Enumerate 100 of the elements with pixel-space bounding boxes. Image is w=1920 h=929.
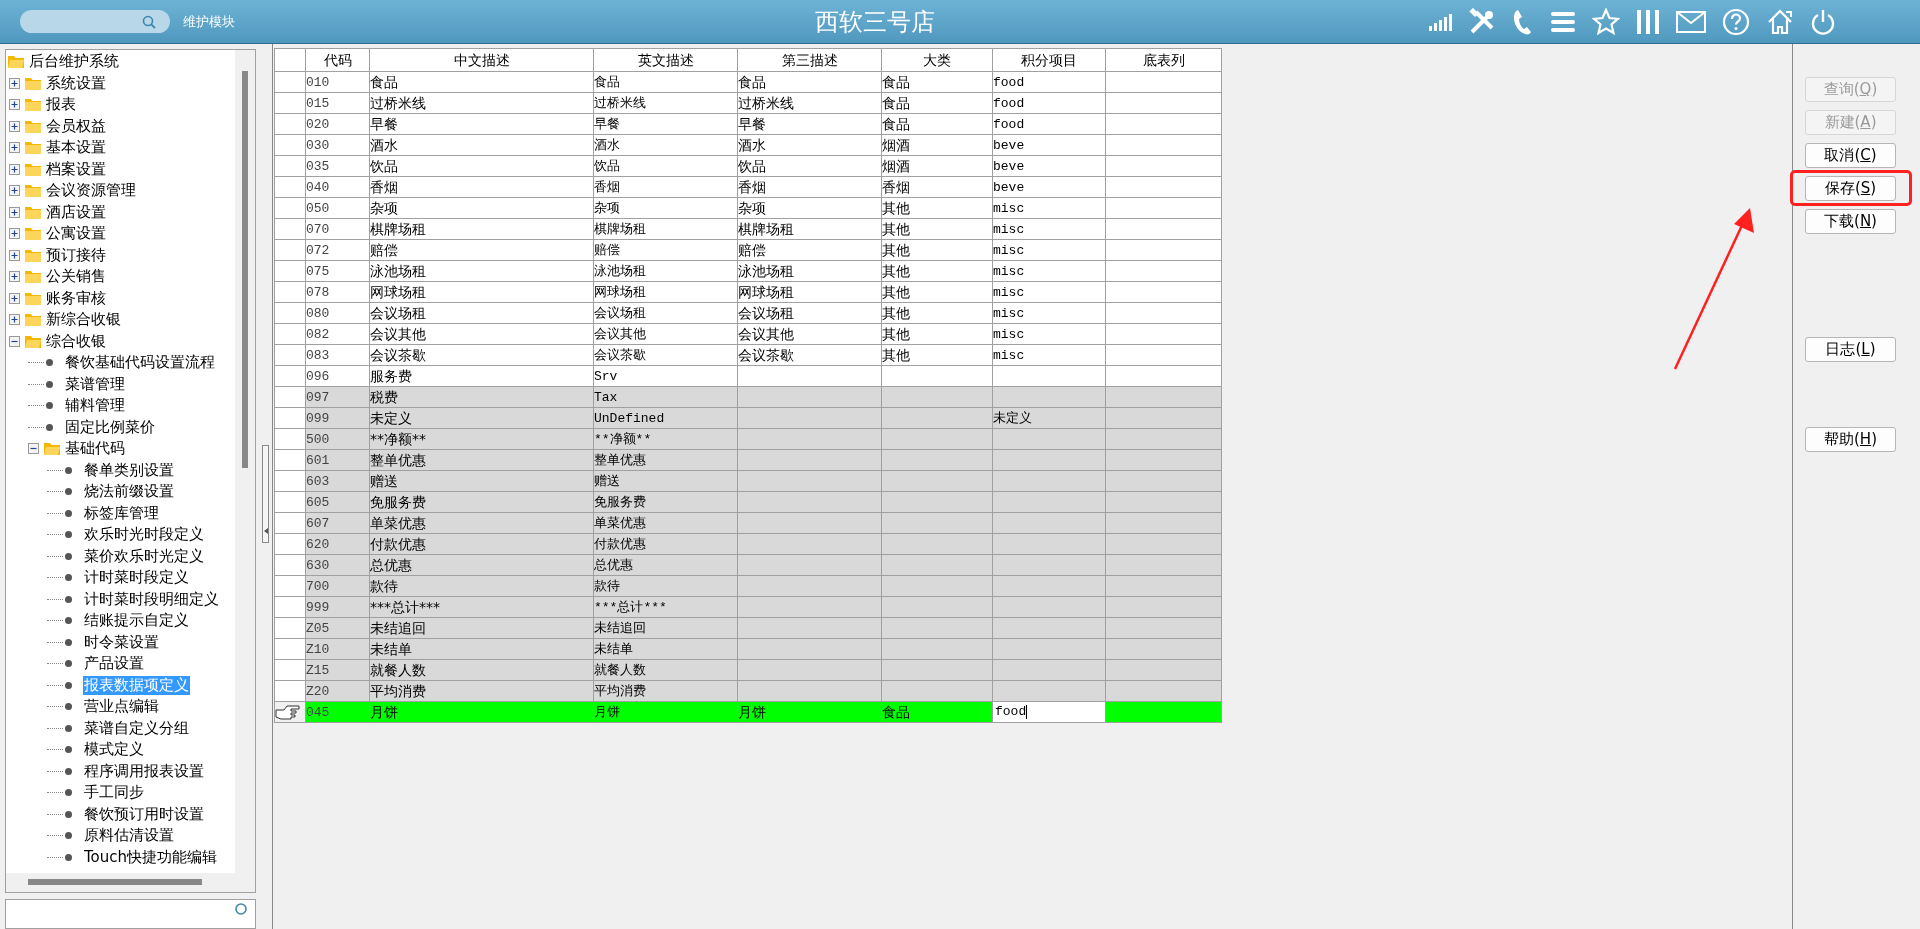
expand-icon[interactable] <box>9 249 20 261</box>
toolbar-button[interactable]: 日志(L) <box>1805 337 1896 362</box>
scrollbar-thumb[interactable] <box>242 71 248 468</box>
menu-icon[interactable] <box>1550 9 1576 34</box>
splitter-handle[interactable] <box>262 445 269 543</box>
signal-icon[interactable] <box>1428 11 1452 32</box>
table-row[interactable]: 630 总优惠 总优惠 <box>274 554 1222 576</box>
collapse-icon[interactable] <box>9 335 20 347</box>
expand-icon[interactable] <box>9 142 20 154</box>
table-row[interactable]: 045 月饼 月饼 月饼 食品 food <box>274 701 1222 723</box>
tree-item[interactable]: 会员权益 <box>45 116 107 136</box>
input-field[interactable]: food <box>993 703 1105 721</box>
table-row[interactable]: Z05 未结追回 未结追回 <box>274 617 1222 639</box>
table-row[interactable]: 075 泳池场租 泳池场租 泳池场租 其他 misc <box>274 260 1222 282</box>
tree-item[interactable]: 菜价欢乐时光定义 <box>83 546 205 566</box>
tree-item[interactable]: 原料估清设置 <box>83 826 175 846</box>
tree-item[interactable]: 综合收银 <box>45 331 107 351</box>
tree-item[interactable]: 餐饮预订用时设置 <box>83 804 205 824</box>
tree-item[interactable]: 报表 <box>45 95 77 115</box>
tree-item[interactable]: 结账提示自定义 <box>83 611 190 631</box>
tree-item[interactable]: 会议资源管理 <box>45 181 137 201</box>
table-row[interactable]: 700 款待 款待 <box>274 575 1222 597</box>
tree-item[interactable]: 标签库管理 <box>83 503 160 523</box>
table-row[interactable]: 015 过桥米线 过桥米线 过桥米线 食品 food <box>274 92 1222 114</box>
mail-icon[interactable] <box>1676 9 1706 34</box>
tree-item[interactable]: 预订接待 <box>45 245 107 265</box>
tree-item[interactable]: 系统设置 <box>45 73 107 93</box>
table-row[interactable]: 603 赠送 赠送 <box>274 470 1222 492</box>
table-row[interactable]: Z15 就餐人数 就餐人数 <box>274 659 1222 681</box>
tree-item[interactable]: 时令菜设置 <box>83 632 160 652</box>
table-row[interactable]: 050 杂项 杂项 杂项 其他 misc <box>274 197 1222 219</box>
tree-item[interactable]: 程序调用报表设置 <box>83 761 205 781</box>
phone-icon[interactable] <box>1512 7 1534 36</box>
tree-item[interactable]: 档案设置 <box>45 159 107 179</box>
expand-icon[interactable] <box>9 314 20 326</box>
table-row[interactable]: 096 服务费 Srv <box>274 365 1222 387</box>
table-row[interactable]: 999 ***总计*** ***总计*** <box>274 596 1222 618</box>
tree-item[interactable]: 计时菜时段明细定义 <box>83 589 220 609</box>
collapse-icon[interactable] <box>28 443 39 455</box>
tree-item[interactable]: 欢乐时光时段定义 <box>83 525 205 545</box>
home-icon[interactable] <box>1766 7 1794 36</box>
table-row[interactable]: 010 食品 食品 食品 食品 food <box>274 71 1222 93</box>
tree-item[interactable]: 菜谱自定义分组 <box>83 718 190 738</box>
search-field[interactable] <box>20 10 170 33</box>
table-row[interactable]: 040 香烟 香烟 香烟 香烟 beve <box>274 176 1222 198</box>
expand-icon[interactable] <box>9 77 20 89</box>
table-row[interactable]: 601 整单优惠 整单优惠 <box>274 449 1222 471</box>
tree-item[interactable]: 手工同步 <box>83 783 145 803</box>
tree-item[interactable]: 公寓设置 <box>45 224 107 244</box>
table-row[interactable]: 083 会议茶歇 会议茶歇 会议茶歇 其他 misc <box>274 344 1222 366</box>
table-row[interactable]: Z10 未结单 未结单 <box>274 638 1222 660</box>
search-field[interactable] <box>5 899 256 929</box>
table-row[interactable]: 072 赔偿 赔偿 赔偿 其他 misc <box>274 239 1222 261</box>
tree-item[interactable]: 计时菜时段定义 <box>83 568 190 588</box>
table-row[interactable]: 078 网球场租 网球场租 网球场租 其他 misc <box>274 281 1222 303</box>
tree-item[interactable]: 营业点编辑 <box>83 697 160 717</box>
tree-item[interactable]: 模式定义 <box>83 740 145 760</box>
table-row[interactable]: 035 饮品 饮品 饮品 烟酒 beve <box>274 155 1222 177</box>
table-row[interactable]: 020 早餐 早餐 早餐 食品 food <box>274 113 1222 135</box>
expand-icon[interactable] <box>9 120 20 132</box>
star-icon[interactable] <box>1592 7 1620 36</box>
table-row[interactable]: 070 棋牌场租 棋牌场租 棋牌场租 其他 misc <box>274 218 1222 240</box>
table-row[interactable]: 080 会议场租 会议场租 会议场租 其他 misc <box>274 302 1222 324</box>
tree-item[interactable]: 后台维护系统 <box>28 52 120 72</box>
table-row[interactable]: 620 付款优惠 付款优惠 <box>274 533 1222 555</box>
tree-item[interactable]: 基础代码 <box>64 439 126 459</box>
tree-item[interactable]: Touch快捷功能编辑 <box>83 847 219 867</box>
table-row[interactable]: 099 未定义 UnDefined 未定义 <box>274 407 1222 429</box>
table-row[interactable]: 500 **净额** **净额** <box>274 428 1222 450</box>
table-row[interactable]: 097 税费 Tax <box>274 386 1222 408</box>
tree-item[interactable]: 产品设置 <box>83 654 145 674</box>
toolbar-button[interactable]: 帮助(H) <box>1805 427 1896 452</box>
expand-icon[interactable] <box>9 271 20 283</box>
tree-item[interactable]: 固定比例菜价 <box>64 417 156 437</box>
toolbar-button[interactable]: 保存(S) <box>1805 176 1896 201</box>
tree-item[interactable]: 酒店设置 <box>45 202 107 222</box>
toolbar-button[interactable]: 取消(C) <box>1805 143 1896 168</box>
power-icon[interactable] <box>1810 7 1836 36</box>
tree-item[interactable]: 餐饮基础代码设置流程 <box>64 353 216 373</box>
table-row[interactable]: 030 酒水 酒水 酒水 烟酒 beve <box>274 134 1222 156</box>
tree-item[interactable]: 菜谱管理 <box>64 374 126 394</box>
expand-icon[interactable] <box>9 292 20 304</box>
tree-item[interactable]: 账务审核 <box>45 288 107 308</box>
tree-item[interactable]: 餐单类别设置 <box>83 460 175 480</box>
expand-icon[interactable] <box>9 185 20 197</box>
tree-item[interactable]: 新综合收银 <box>45 310 122 330</box>
expand-icon[interactable] <box>9 206 20 218</box>
table-row[interactable]: 605 免服务费 免服务费 <box>274 491 1222 513</box>
tree-item[interactable]: 公关销售 <box>45 267 107 287</box>
tree-item[interactable]: 烧法前缀设置 <box>83 482 175 502</box>
help-icon[interactable] <box>1722 7 1750 36</box>
table-row[interactable]: Z20 平均消费 平均消费 <box>274 680 1222 702</box>
table-row[interactable]: 607 单菜优惠 单菜优惠 <box>274 512 1222 534</box>
table-row[interactable]: 082 会议其他 会议其他 会议其他 其他 misc <box>274 323 1222 345</box>
tree-item[interactable]: 基本设置 <box>45 138 107 158</box>
scrollbar-thumb[interactable] <box>28 879 202 886</box>
expand-icon[interactable] <box>9 163 20 175</box>
column-header[interactable]: 中文描述 <box>453 51 510 68</box>
expand-icon[interactable] <box>9 228 20 240</box>
tree-item[interactable]: 辅料管理 <box>64 396 126 416</box>
